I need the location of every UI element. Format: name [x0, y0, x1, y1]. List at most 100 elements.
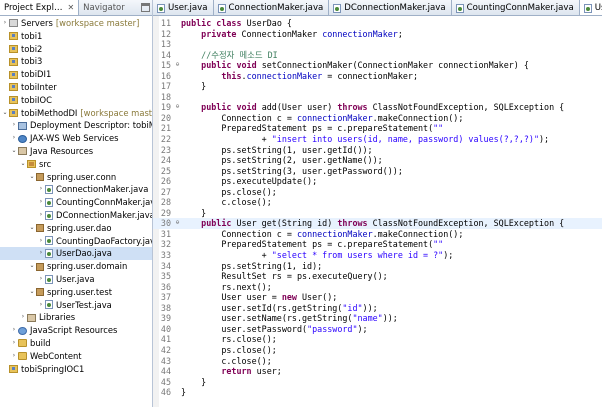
deployment-descriptor-icon — [18, 121, 27, 130]
tree-item[interactable]: › Deployment Descriptor: tobiMethodD — [0, 119, 152, 132]
line-number: 33 — [160, 250, 171, 261]
tree-item[interactable]: › Libraries — [0, 311, 152, 324]
close-icon[interactable]: ✕ — [67, 3, 74, 12]
line-number: 29 — [160, 207, 171, 218]
tree-item[interactable]: ⌄ spring.user.dao — [0, 222, 152, 235]
folder-icon — [18, 352, 27, 361]
java-file-icon — [455, 3, 464, 13]
tree-item-label: spring.user.conn — [47, 171, 117, 182]
editor-tab[interactable]: DConnectionMaker.java — [329, 0, 452, 15]
code-line: 44 return user; — [153, 366, 602, 377]
code-text: //수정자 메소드 DI — [181, 49, 278, 61]
code-token: return — [221, 366, 257, 377]
editor-tab[interactable]: User.java — [153, 0, 214, 15]
tree-item[interactable]: ⌄ spring.user.test — [0, 286, 152, 299]
tree-item[interactable]: › Servers [workspace master] — [0, 17, 152, 30]
collapse-icon[interactable]: › — [37, 299, 45, 312]
tree-item[interactable]: › UserDao.java — [0, 247, 152, 261]
code-editor[interactable]: 11 public class UserDao {12 private Conne… — [153, 16, 602, 407]
package-icon — [36, 224, 44, 233]
editor-tab-label: UserDao.java — [594, 3, 602, 13]
collapse-icon[interactable]: › — [37, 183, 45, 196]
collapse-icon[interactable]: › — [37, 196, 45, 209]
tree-item[interactable]: › ConnectionMaker.java — [0, 183, 152, 196]
expand-icon[interactable]: ⌄ — [10, 145, 18, 158]
line-number: 35 — [160, 271, 171, 282]
code-line: 25 ps.setString(3, user.getPassword()); — [153, 166, 602, 177]
tree-item[interactable]: › WebContent — [0, 350, 152, 363]
editor-tab-label: User.java — [168, 3, 208, 13]
collapse-icon[interactable]: › — [37, 273, 45, 286]
tree-item[interactable]: tobiInter — [0, 81, 152, 94]
code-text: PreparedStatement ps = c.prepareStatemen… — [181, 123, 443, 134]
tree-item[interactable]: ⌄ tobiMethodDI[workspace master] — [0, 107, 152, 120]
expand-icon[interactable]: ⌄ — [19, 158, 27, 171]
tree-item[interactable]: › JAX-WS Web Services — [0, 132, 152, 145]
tree-item-label: tobiDI1 — [21, 69, 52, 80]
code-token: .makeConnection(); — [372, 228, 464, 239]
code-token: public void — [201, 102, 262, 113]
expand-icon[interactable]: ⌄ — [28, 222, 36, 235]
code-token: ps.close(); — [181, 186, 277, 197]
code-token: private — [201, 28, 242, 39]
collapse-icon[interactable]: › — [10, 119, 18, 132]
collapse-icon[interactable]: › — [10, 132, 18, 145]
tree-item[interactable]: › JavaScript Resources — [0, 324, 152, 337]
tree-item[interactable]: tobi1 — [0, 30, 152, 43]
editor-tab-label: ConnectionMaker.java — [228, 3, 324, 13]
collapse-icon[interactable]: › — [10, 324, 18, 337]
tree-item[interactable]: › CountingConnMaker.java — [0, 196, 152, 209]
tree-item[interactable]: tobiSpringIOC1 — [0, 363, 152, 376]
tab-navigator[interactable]: Navigator — [79, 0, 129, 15]
collapse-icon[interactable]: › — [10, 337, 18, 350]
tree-item[interactable]: › DConnectionMaker.java — [0, 209, 153, 222]
collapse-icon[interactable]: › — [1, 17, 9, 30]
tree-item[interactable]: › User.java — [0, 273, 152, 286]
tree-item[interactable]: tobi3 — [0, 55, 152, 68]
tree-item-label: Java Resources — [30, 145, 94, 156]
tree-item-label: DConnectionMaker.java — [56, 209, 153, 220]
collapse-icon[interactable]: › — [37, 247, 45, 260]
project-icon — [9, 96, 18, 105]
minimize-icon[interactable] — [141, 3, 150, 12]
editor-tab[interactable]: CountingConnMaker.java — [452, 0, 580, 15]
tree-item[interactable]: ⌄ Java Resources — [0, 145, 152, 158]
expand-icon[interactable]: ⌄ — [28, 260, 36, 273]
tree-item[interactable]: ⌄ spring.user.domain — [0, 260, 152, 273]
collapse-icon[interactable]: › — [37, 235, 45, 248]
code-token: rs.next(); — [181, 281, 272, 292]
tree-item[interactable]: ⌄ src — [0, 158, 152, 171]
code-text: User user = new User(); — [181, 292, 337, 303]
tree-item-label: spring.user.domain — [47, 261, 128, 272]
collapse-icon[interactable]: › — [19, 311, 27, 324]
fold-icon[interactable]: ⊖ — [174, 60, 181, 71]
expand-icon[interactable]: ⌄ — [28, 286, 36, 299]
fold-icon[interactable]: ⊖ — [174, 218, 181, 229]
editor-tab[interactable]: ConnectionMaker.java — [214, 0, 330, 15]
code-text: Connection c = connectionMaker.makeConne… — [181, 113, 463, 124]
tree-item[interactable]: tobiDI1 — [0, 68, 152, 81]
fold-icon[interactable]: ⊖ — [174, 102, 181, 113]
tree-item[interactable]: › CountingDaoFactory.java — [0, 235, 152, 248]
tree-item[interactable]: › UserTest.java — [0, 299, 152, 312]
code-token: .makeConnection(); — [372, 112, 464, 123]
tab-project-explorer[interactable]: Project Expl… ✕ — [0, 0, 80, 15]
tree-item[interactable]: tobiIOC — [0, 94, 152, 107]
tree-item[interactable]: tobi2 — [0, 43, 152, 56]
collapse-icon[interactable]: › — [10, 350, 18, 363]
tree-item[interactable]: › build — [0, 337, 152, 350]
expand-icon[interactable]: ⌄ — [1, 107, 9, 120]
editor-tab[interactable]: UserDao.java✕ — [579, 0, 602, 15]
libraries-icon — [27, 313, 36, 322]
tree-item[interactable]: ⌄ spring.user.conn — [0, 171, 152, 184]
collapse-icon[interactable]: › — [37, 209, 45, 222]
code-token: "insert into users(id, name, password) v… — [271, 134, 540, 145]
expand-icon[interactable]: ⌄ — [28, 171, 36, 184]
folder-icon — [18, 339, 27, 348]
code-token: //수정자 메소드 DI — [201, 49, 278, 60]
code-token: ps.setString(1, id); — [181, 260, 323, 271]
project-icon — [9, 44, 18, 53]
